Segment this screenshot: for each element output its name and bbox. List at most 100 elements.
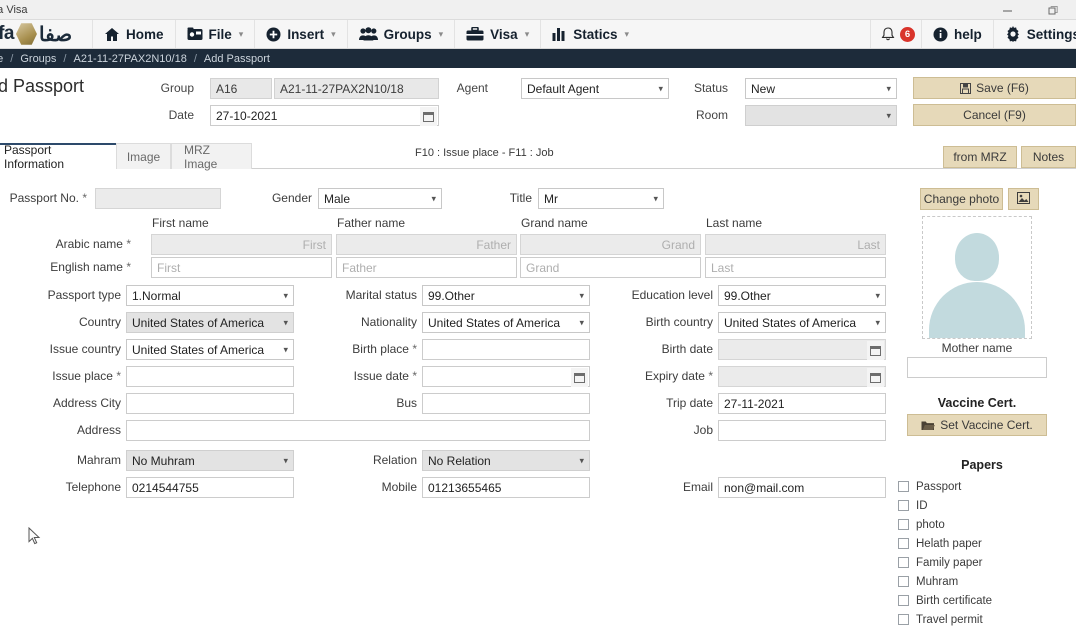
mahram-select[interactable]: No Muhram (126, 450, 294, 471)
trip-date-input[interactable]: 27-11-2021 (718, 393, 886, 414)
gender-select[interactable]: Male (318, 188, 442, 209)
email-input[interactable]: non@mail.com (718, 477, 886, 498)
chevron-down-icon[interactable]: ▾ (625, 29, 630, 40)
save-button[interactable]: Save (F6) (913, 77, 1076, 99)
paper-checkbox-row[interactable]: Family paper (898, 553, 1076, 572)
bus-input[interactable] (422, 393, 590, 414)
checkbox-photo[interactable] (898, 519, 909, 530)
telephone-input[interactable]: 0214544755 (126, 477, 294, 498)
arabic-last-name-input[interactable]: Last (705, 234, 886, 255)
education-level-label: Education level (631, 288, 713, 302)
change-photo-button[interactable]: Change photo (920, 188, 1003, 210)
birth-date-input[interactable] (718, 339, 886, 360)
breadcrumb-item-groups[interactable]: Groups (20, 53, 56, 65)
issue-date-input[interactable] (422, 366, 590, 387)
paper-checkbox-row[interactable]: Passport (898, 477, 1076, 496)
expiry-date-input[interactable] (718, 366, 886, 387)
menu-item-file[interactable]: File ▾ (174, 20, 255, 48)
issue-country-select[interactable]: United States of America (126, 339, 294, 360)
notifications-button[interactable]: 6 (869, 20, 921, 48)
notes-button[interactable]: Notes (1021, 146, 1076, 168)
menu-label-statics: Statics (573, 26, 618, 42)
menu-item-groups[interactable]: Groups ▾ (346, 20, 455, 48)
paper-checkbox-row[interactable]: Muhram (898, 572, 1076, 591)
english-last-name-input[interactable]: Last (705, 257, 886, 278)
paper-checkbox-row[interactable]: Helath paper (898, 534, 1076, 553)
passport-type-select[interactable]: 1.Normal (126, 285, 294, 306)
job-input[interactable] (718, 420, 886, 441)
tab-image[interactable]: Image (116, 143, 171, 169)
chevron-down-icon[interactable]: ▾ (331, 29, 336, 40)
birth-place-input[interactable] (422, 339, 590, 360)
person-placeholder-body-icon (929, 282, 1025, 338)
browse-photo-button[interactable] (1008, 188, 1039, 210)
menu-item-statics[interactable]: Statics ▾ (540, 20, 640, 48)
settings-label: Settings (1026, 26, 1076, 42)
birth-country-select[interactable]: United States of America (718, 312, 886, 333)
checkbox-passport[interactable] (898, 481, 909, 492)
paper-checkbox-row[interactable]: Travel permit (898, 610, 1076, 629)
passport-no-input[interactable] (95, 188, 221, 209)
checkbox-id[interactable] (898, 500, 909, 511)
group-name-field[interactable]: A21-11-27PAX2N10/18 (274, 78, 439, 99)
cancel-button[interactable]: Cancel (F9) (913, 104, 1076, 126)
checkbox-muhram[interactable] (898, 576, 909, 587)
group-code-field[interactable]: A16 (210, 78, 272, 99)
chevron-down-icon[interactable]: ▾ (439, 29, 444, 40)
calendar-icon[interactable] (420, 107, 437, 126)
checkbox-travel-permit[interactable] (898, 614, 909, 625)
english-father-name-input[interactable]: Father (336, 257, 517, 278)
bar-chart-icon (552, 27, 567, 41)
country-select[interactable]: United States of America (126, 312, 294, 333)
education-level-select[interactable]: 99.Other (718, 285, 886, 306)
checkbox-family-paper[interactable] (898, 557, 909, 568)
agent-select[interactable]: Default Agent (521, 78, 669, 99)
nationality-select[interactable]: United States of America (422, 312, 590, 333)
room-select[interactable] (745, 105, 897, 126)
placeholder-text: Last (857, 237, 880, 252)
paper-checkbox-row[interactable]: Birth certificate (898, 591, 1076, 610)
notification-badge: 6 (899, 26, 915, 42)
calendar-icon[interactable] (867, 368, 884, 387)
tab-mrz-image[interactable]: MRZ Image (171, 143, 252, 171)
checkbox-health-paper[interactable] (898, 538, 909, 549)
address-city-input[interactable] (126, 393, 294, 414)
paper-checkbox-row[interactable]: ID (898, 496, 1076, 515)
arabic-grand-name-input[interactable]: Grand (520, 234, 701, 255)
calendar-icon[interactable] (571, 368, 588, 387)
marital-status-select[interactable]: 99.Other (422, 285, 590, 306)
checkbox-birth-certificate[interactable] (898, 595, 909, 606)
menu-item-visa[interactable]: Visa ▾ (454, 20, 540, 48)
menu-item-insert[interactable]: Insert ▾ (254, 20, 346, 48)
mobile-input[interactable]: 01213655465 (422, 477, 590, 498)
minimize-button[interactable] (984, 0, 1030, 20)
set-vaccine-cert-button[interactable]: Set Vaccine Cert. (907, 414, 1047, 436)
arabic-first-name-input[interactable]: First (151, 234, 332, 255)
from-mrz-button[interactable]: from MRZ (943, 146, 1017, 168)
passport-photo-preview[interactable] (922, 216, 1032, 339)
page-title: dd Passport (0, 76, 85, 96)
settings-button[interactable]: Settings (992, 20, 1076, 48)
mother-name-input[interactable] (907, 357, 1047, 378)
tab-passport-information[interactable]: Passport Information (0, 143, 116, 171)
chevron-down-icon[interactable]: ▾ (525, 29, 530, 40)
relation-select[interactable]: No Relation (422, 450, 590, 471)
chevron-down-icon[interactable]: ▾ (239, 29, 244, 40)
issue-place-input[interactable] (126, 366, 294, 387)
english-first-name-input[interactable]: First (151, 257, 332, 278)
date-field[interactable]: 27-10-2021 (210, 105, 439, 126)
paper-checkbox-row[interactable]: photo (898, 515, 1076, 534)
maximize-restore-button[interactable] (1030, 0, 1076, 20)
hexagon-logo-icon (15, 23, 37, 45)
breadcrumb-item-group-code[interactable]: A21-11-27PAX2N10/18 (73, 53, 186, 65)
english-grand-name-input[interactable]: Grand (520, 257, 701, 278)
calendar-icon[interactable] (867, 341, 884, 360)
window-controls (984, 0, 1076, 20)
arabic-father-name-input[interactable]: Father (336, 234, 517, 255)
help-button[interactable]: help (920, 20, 993, 48)
status-select[interactable]: New (745, 78, 897, 99)
address-input[interactable] (126, 420, 590, 441)
menu-item-home[interactable]: Home (92, 20, 175, 48)
title-select[interactable]: Mr (538, 188, 664, 209)
breadcrumb-item-home[interactable]: me (0, 53, 3, 65)
